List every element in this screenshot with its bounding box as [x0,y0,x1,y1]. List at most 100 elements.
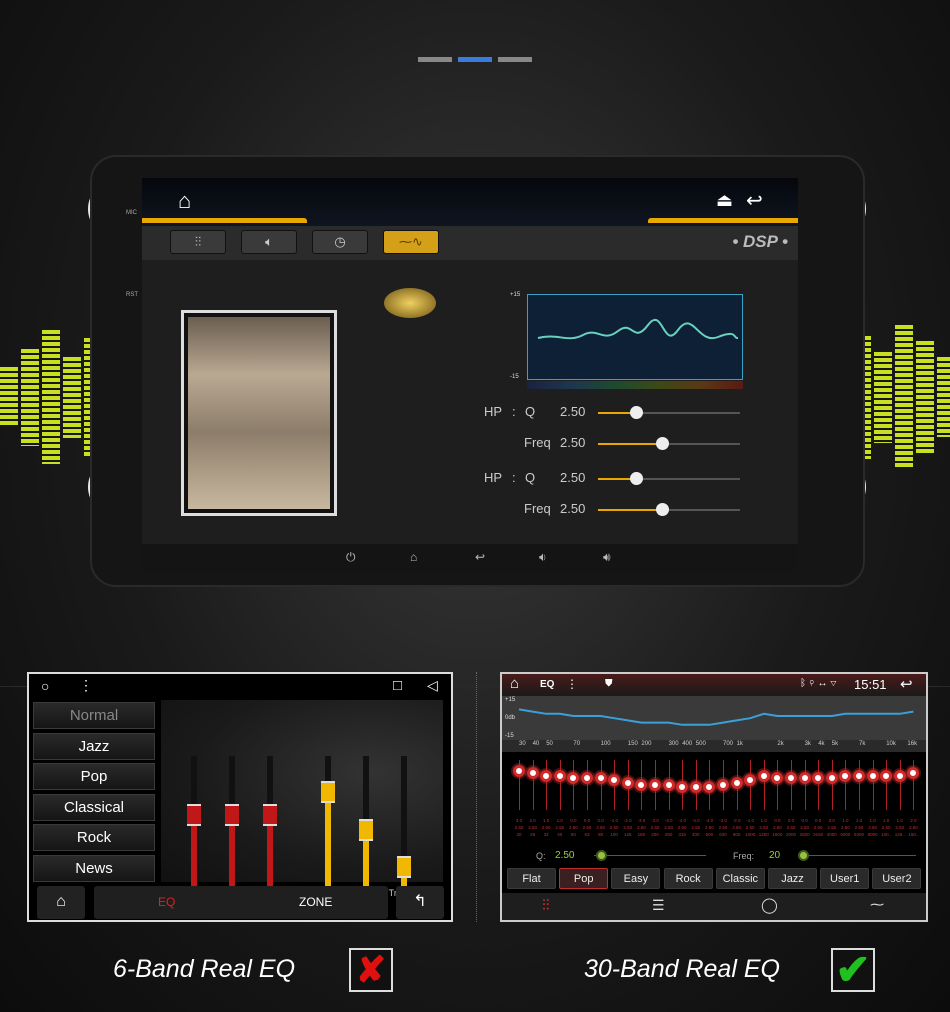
circle-icon[interactable]: ○ [41,678,49,694]
slider-middle[interactable] [225,756,239,886]
band-q: 2.50 [813,825,823,830]
q-slider[interactable] [598,472,740,485]
band-slider-knob[interactable] [621,776,634,789]
waveform-icon: ⁓∿ [399,234,423,249]
back-icon[interactable]: ↩ [746,188,763,213]
band-slider-knob[interactable] [594,772,607,784]
band-slider-knob[interactable] [771,772,784,784]
page-dot-2-active[interactable] [458,57,492,62]
band-freq: 500 [705,832,714,837]
back-icon[interactable]: ◁ [427,677,438,694]
band-freq: 200 [651,832,659,837]
q-slider[interactable] [594,850,706,861]
home-button[interactable]: ⌂ [37,886,85,919]
band-slider-knob[interactable] [608,774,621,787]
band-slider-knob[interactable] [526,767,539,780]
band-slider-knob[interactable] [853,769,865,782]
preset-rock[interactable]: Rock [663,868,713,889]
band-slider-knob[interactable] [757,769,770,782]
freq-slider[interactable] [798,850,916,861]
band-slider-knob[interactable] [839,769,852,782]
slider-bass[interactable] [187,756,201,886]
preset-rock[interactable]: Rock [33,824,155,851]
band-slider-knob[interactable] [744,774,757,787]
speaker-icon[interactable] [384,288,436,318]
band-slider-knob[interactable] [703,781,716,794]
slider-treble[interactable] [263,756,277,886]
band-slider-knob[interactable] [513,765,525,778]
recents-icon[interactable]: □ [393,677,402,694]
tab-sound[interactable]: 🔈︎ [241,230,297,254]
band-track [899,760,901,810]
band-slider-knob[interactable] [662,778,675,791]
decorative-eq-bar [895,325,913,469]
band-slider-knob[interactable] [689,781,702,794]
tab-eq[interactable]: EQ [158,895,175,909]
back-button[interactable]: ↰ [396,886,444,919]
preset-user1[interactable]: User1 [820,868,870,889]
back-icon[interactable]: ↩ [475,550,485,564]
home-icon[interactable]: ⌂ [410,550,417,564]
equalizer-icon[interactable]: ⫶⫶ [542,897,550,914]
band-slider-knob[interactable] [553,769,566,782]
power-icon[interactable]: ⏻ [346,550,356,565]
hp-label: HP [484,404,503,419]
back-icon[interactable]: ↩ [900,675,913,693]
band-q: 2.50 [800,825,809,830]
tab-zone[interactable]: ZONE [299,895,332,909]
preset-easy[interactable]: Easy [611,868,661,889]
preset-classical[interactable]: Classical [33,793,155,821]
preset-jazz[interactable]: Jazz [33,732,155,760]
band-q: 2.50 [759,825,769,830]
band-slider-knob[interactable] [907,767,920,780]
preset-jazz[interactable]: Jazz [768,868,817,889]
preset-user2[interactable]: User2 [872,868,922,889]
tab-dsp[interactable]: ⁓∿ [383,230,439,254]
band-slider-knob[interactable] [717,778,729,791]
home-icon[interactable]: ⌂ [178,188,191,214]
surround-icon[interactable]: ◯ [761,896,778,914]
page-dot-3[interactable] [498,57,532,62]
q-slider[interactable] [598,406,740,419]
preset-classic[interactable]: Classic [715,868,765,889]
tab-equalizer[interactable]: ⫶⫶ [170,230,226,254]
page-dot-1[interactable] [418,57,452,62]
band-slider-knob[interactable] [649,778,661,791]
volume-up-icon[interactable]: 🔊︎ [603,550,611,565]
bars-icon[interactable]: ☰ [652,897,665,914]
home-icon[interactable]: ⌂ [510,675,519,692]
menu-icon[interactable]: ⋮ [566,677,578,691]
slider-bassf[interactable] [321,756,335,886]
band-slider-knob[interactable] [540,769,553,782]
preset-pop[interactable]: Pop [559,868,609,889]
freq-slider[interactable] [598,503,740,516]
band-slider-knob[interactable] [825,772,838,784]
band-slider-knob[interactable] [785,772,797,784]
band-slider-knob[interactable] [676,781,689,794]
six-band-eq-panel: ○ ⋮ □ ◁ BassMiddleTrebleBassFMiddleFTreb… [27,672,453,922]
band-gain: -2.0 [732,818,741,823]
band-slider-knob[interactable] [567,772,580,784]
preset-pop[interactable]: Pop [33,763,155,790]
band-slider-knob[interactable] [581,772,593,784]
eject-icon[interactable]: ⏏ [716,190,733,211]
preset-normal[interactable]: Normal [33,702,155,729]
preset-flat[interactable]: Flat [507,868,556,889]
volume-down-icon[interactable]: 🔉︎ [539,550,547,565]
band-track [559,760,561,810]
slider-middlef[interactable] [359,756,373,886]
slider-treblef[interactable] [397,756,411,886]
waveform-icon[interactable]: ⁓ [870,896,884,913]
band-slider-knob[interactable] [812,772,825,784]
band-slider-knob[interactable] [866,769,879,782]
band-slider-knob[interactable] [635,778,648,791]
band-slider-knob[interactable] [798,772,811,784]
tab-clock[interactable]: ◷ [312,230,368,254]
band-slider-knob[interactable] [730,776,743,789]
band-slider-knob[interactable] [880,769,893,782]
freq-axis-label: 300 [668,741,679,747]
band-slider-knob[interactable] [893,769,906,782]
preset-news[interactable]: News [33,854,155,882]
menu-icon[interactable]: ⋮ [79,677,93,694]
freq-slider[interactable] [598,437,740,450]
